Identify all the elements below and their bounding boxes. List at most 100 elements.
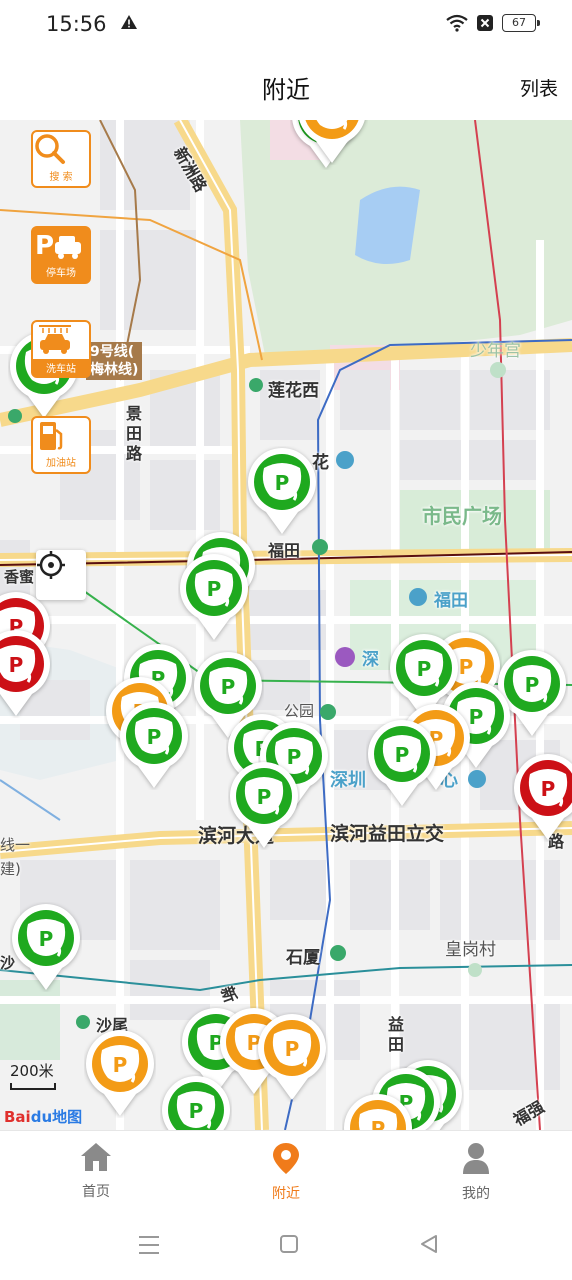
place-label: 少年宫: [470, 341, 521, 361]
charging-pin-icon: P: [12, 904, 81, 990]
map-view[interactable]: 新洲路 景田路 9号线( 梅林线) 莲花西 少年宫 福田 市民广场 福田 花 香…: [0, 120, 572, 1130]
nav-nearby-label: 附近: [272, 1186, 300, 1202]
battery-icon: 67: [502, 14, 540, 32]
parking-tool-button[interactable]: P 停车场: [31, 226, 91, 284]
charging-pin-icon: P: [162, 1076, 230, 1130]
svg-text:P: P: [221, 675, 236, 699]
baidu-logo-prefix: Bai: [4, 1108, 31, 1126]
search-tool-label: 搜 索: [49, 172, 73, 183]
charging-pin-icon: P: [248, 448, 316, 534]
charging-station-pin[interactable]: P: [228, 760, 300, 850]
charging-station-pin[interactable]: P: [160, 1074, 232, 1130]
charging-station-pin[interactable]: P: [178, 552, 250, 642]
charging-station-pin[interactable]: P: [256, 1012, 328, 1102]
bottom-nav: 首页 附近 我的: [0, 1130, 572, 1211]
svg-text:P: P: [285, 1037, 300, 1061]
svg-text:P: P: [9, 653, 24, 677]
road-label: 线一: [0, 836, 31, 854]
place-label: 深: [362, 650, 379, 670]
metro-station-label: 莲花西: [268, 381, 319, 401]
svg-text:P: P: [113, 1053, 128, 1077]
place-label: 市民广场: [422, 504, 502, 528]
map-scale: 200米: [10, 1060, 56, 1090]
svg-text:P: P: [541, 777, 556, 801]
charging-station-pin[interactable]: P: [512, 752, 572, 842]
list-view-button[interactable]: 列表: [520, 74, 558, 101]
place-label: 福田: [434, 591, 468, 611]
charging-station-pin[interactable]: P: [296, 120, 368, 165]
svg-text:P: P: [417, 657, 432, 681]
parking-tool-label: 停车场: [46, 268, 76, 279]
fuel-icon: [40, 422, 63, 450]
road-label: 景田路: [126, 404, 143, 463]
charging-pin-icon: P: [514, 754, 572, 840]
svg-text:P: P: [39, 927, 54, 951]
charging-station-pin[interactable]: P: [0, 628, 52, 718]
svg-text:P: P: [525, 673, 540, 697]
charging-pin-icon: P: [230, 762, 298, 848]
road-label: 益田: [388, 1015, 405, 1054]
fuel-tool-button[interactable]: 加油站: [31, 416, 91, 474]
crosshair-icon: [37, 551, 65, 579]
locate-me-button[interactable]: [36, 550, 86, 600]
charging-station-pin[interactable]: P: [118, 700, 190, 790]
svg-text:P: P: [35, 231, 54, 261]
place-label: 深圳: [330, 770, 366, 791]
nav-nearby[interactable]: 附近: [236, 1141, 336, 1203]
svg-text:P: P: [275, 471, 290, 495]
fuel-tool-label: 加油站: [46, 458, 76, 469]
charging-station-pin[interactable]: P: [10, 902, 82, 992]
metro-station-label: 香蜜: [4, 568, 35, 586]
menu-icon[interactable]: [138, 1235, 160, 1255]
home-icon: [81, 1143, 111, 1171]
nav-mine[interactable]: 我的: [426, 1141, 526, 1203]
metro-station-label: 福田: [268, 541, 301, 560]
svg-text:P: P: [147, 725, 162, 749]
svg-text:P: P: [325, 120, 340, 124]
svg-text:P: P: [257, 785, 272, 809]
charging-pin-icon: P: [86, 1030, 154, 1116]
nav-home[interactable]: 首页: [46, 1141, 146, 1201]
road-label: 建): [0, 860, 21, 878]
location-pin-icon: [273, 1143, 299, 1174]
back-icon[interactable]: [419, 1234, 439, 1254]
metro-line-label: 9号线( 梅林线): [86, 342, 143, 380]
scale-label: 200米: [10, 1062, 54, 1080]
search-tool-button[interactable]: 搜 索: [31, 130, 91, 188]
baidu-logo: Baidu地图: [4, 1106, 82, 1127]
svg-text:P: P: [207, 577, 222, 601]
svg-text:P: P: [371, 1117, 386, 1130]
search-icon: [35, 134, 65, 164]
charging-station-pin[interactable]: P: [342, 1092, 414, 1130]
charging-pin-icon: P: [120, 702, 188, 788]
svg-text:P: P: [395, 743, 410, 767]
charging-pin-icon: P: [344, 1094, 412, 1130]
car-wash-icon: [39, 325, 71, 354]
wifi-icon: [446, 14, 468, 32]
parking-icon: P: [35, 231, 81, 261]
place-label: 皇岗村: [445, 940, 496, 960]
baidu-logo-suffix: du地图: [30, 1108, 83, 1126]
charging-pin-icon: P: [0, 630, 50, 716]
charging-station-pin[interactable]: P: [84, 1028, 156, 1118]
svg-text:P: P: [459, 655, 474, 679]
charging-station-pin[interactable]: P: [246, 446, 318, 536]
road-label: 滨河益田立交: [330, 823, 445, 845]
status-bar: 15:56 67: [0, 0, 572, 52]
charging-pin-icon: P: [258, 1014, 326, 1100]
status-time: 15:56: [46, 12, 107, 36]
status-icons: 67: [446, 14, 540, 32]
home-square-icon[interactable]: [279, 1234, 299, 1254]
car-wash-tool-label: 洗车站: [33, 359, 89, 376]
warning-icon: [120, 14, 138, 34]
nav-mine-label: 我的: [462, 1186, 490, 1202]
metro-station-label: 石厦: [286, 948, 320, 968]
app-header: 附近 列表: [0, 52, 572, 120]
scale-bar: [10, 1083, 56, 1090]
page-title: 附近: [262, 76, 310, 104]
svg-text:P: P: [189, 1099, 204, 1123]
charging-station-pin[interactable]: P: [366, 718, 438, 808]
user-icon: [463, 1143, 489, 1174]
nav-home-label: 首页: [82, 1184, 110, 1200]
car-wash-tool-button[interactable]: 洗车站: [31, 320, 91, 378]
